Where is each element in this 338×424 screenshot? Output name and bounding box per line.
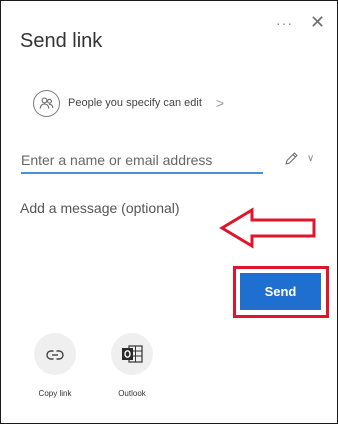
close-button[interactable]: ✕ — [310, 13, 325, 31]
copy-link-label: Copy link — [38, 389, 72, 398]
outlook-option[interactable]: Outlook — [102, 333, 162, 398]
people-icon — [33, 89, 60, 117]
outlook-label: Outlook — [118, 389, 146, 398]
outlook-icon — [111, 333, 153, 375]
message-field[interactable] — [20, 200, 210, 224]
dialog-title: Send link — [20, 30, 103, 52]
chevron-right-icon: > — [215, 95, 225, 111]
link-permission-settings[interactable]: People you specify can edit > — [33, 88, 263, 118]
recipient-input[interactable] — [21, 148, 263, 174]
more-options-button[interactable]: ··· — [276, 16, 293, 30]
copy-link-option[interactable]: Copy link — [25, 333, 85, 398]
annotation-arrow — [218, 206, 320, 255]
send-button[interactable]: Send — [240, 273, 321, 310]
edit-permission-icon[interactable] — [283, 151, 299, 172]
chevron-down-icon[interactable]: ∨ — [307, 153, 314, 164]
permission-label: People you specify can edit — [68, 97, 202, 109]
link-icon — [34, 333, 76, 375]
